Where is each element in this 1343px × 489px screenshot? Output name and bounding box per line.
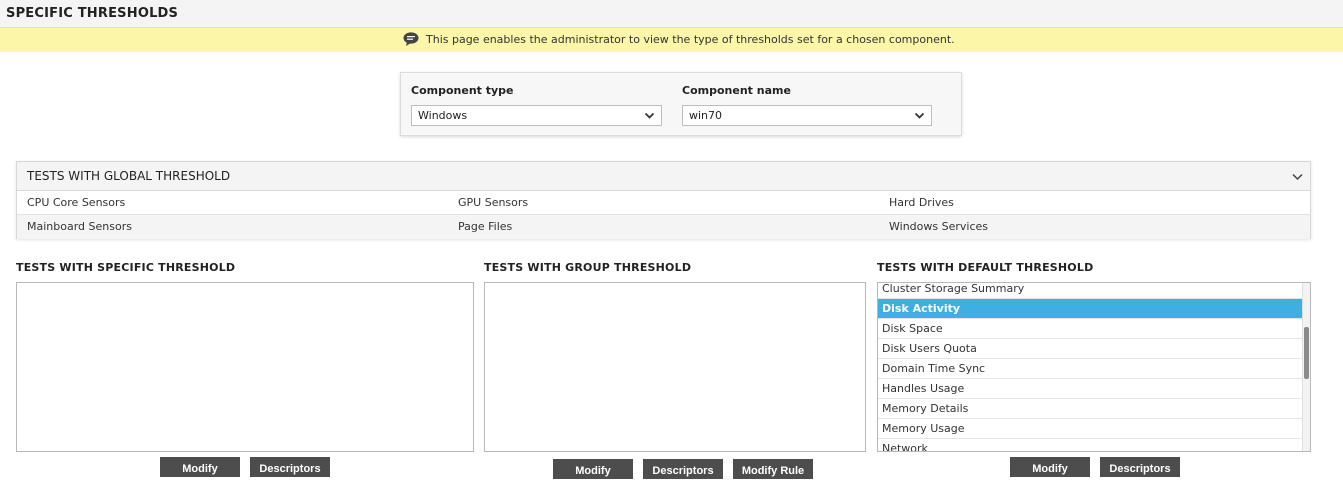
component-type-label: Component type: [411, 84, 514, 97]
component-name-value: win70: [689, 109, 723, 122]
info-message: This page enables the administrator to v…: [403, 32, 955, 46]
default-threshold-items: Cluster Storage Summary Disk Activity Disk…: [878, 283, 1302, 451]
list-item[interactable]: Handles Usage: [878, 379, 1302, 399]
global-test-item: CPU Core Sensors: [27, 196, 126, 209]
info-text: This page enables the administrator to v…: [426, 32, 955, 46]
list-item[interactable]: Cluster Storage Summary: [878, 283, 1302, 299]
global-threshold-panel: TESTS WITH GLOBAL THRESHOLD CPU Core Sen…: [16, 161, 1311, 239]
page-header: SPECIFIC THRESHOLDS: [0, 0, 1343, 28]
global-row: Mainboard Sensors Page Files Windows Ser…: [17, 215, 1310, 239]
list-item[interactable]: Network: [878, 439, 1302, 451]
list-item[interactable]: Memory Usage: [878, 419, 1302, 439]
global-test-item: Hard Drives: [889, 196, 954, 209]
list-item[interactable]: Memory Details: [878, 399, 1302, 419]
speech-bubble-icon: [403, 32, 419, 46]
modify-rule-button[interactable]: Modify Rule: [733, 459, 813, 479]
chevron-down-icon[interactable]: [1291, 170, 1304, 183]
component-type-select[interactable]: Windows: [411, 105, 662, 126]
global-row: CPU Core Sensors GPU Sensors Hard Drives: [17, 191, 1310, 215]
specific-descriptors-button[interactable]: Descriptors: [250, 457, 330, 477]
group-threshold-list[interactable]: [484, 282, 866, 452]
chevron-down-icon: [644, 110, 655, 121]
global-threshold-header[interactable]: TESTS WITH GLOBAL THRESHOLD: [17, 162, 1310, 191]
default-modify-button[interactable]: Modify: [1010, 457, 1090, 477]
list-item[interactable]: Disk Activity: [878, 299, 1302, 319]
default-threshold-list[interactable]: Cluster Storage Summary Disk Activity Disk…: [877, 282, 1311, 452]
component-type-value: Windows: [418, 109, 468, 122]
global-test-item: Mainboard Sensors: [27, 220, 132, 233]
scrollbar-thumb[interactable]: [1304, 327, 1309, 379]
list-item[interactable]: Disk Space: [878, 319, 1302, 339]
page-title: SPECIFIC THRESHOLDS: [6, 6, 179, 21]
component-name-label: Component name: [682, 84, 791, 97]
scrollbar[interactable]: [1302, 283, 1310, 451]
list-item[interactable]: Disk Users Quota: [878, 339, 1302, 359]
default-threshold-title: TESTS WITH DEFAULT THRESHOLD: [877, 261, 1094, 274]
group-modify-button[interactable]: Modify: [553, 459, 633, 479]
specific-modify-button[interactable]: Modify: [160, 457, 240, 477]
list-item[interactable]: Domain Time Sync: [878, 359, 1302, 379]
specific-threshold-list[interactable]: [16, 282, 474, 452]
chevron-down-icon: [914, 110, 925, 121]
info-bar: This page enables the administrator to v…: [0, 28, 1343, 52]
component-name-select[interactable]: win70: [682, 105, 932, 126]
component-selector-panel: Component type Windows Component name wi…: [400, 72, 962, 136]
global-test-item: GPU Sensors: [458, 196, 529, 209]
group-descriptors-button[interactable]: Descriptors: [643, 459, 723, 479]
global-test-item: Windows Services: [889, 220, 988, 233]
specific-threshold-title: TESTS WITH SPECIFIC THRESHOLD: [16, 261, 236, 274]
group-threshold-title: TESTS WITH GROUP THRESHOLD: [484, 261, 692, 274]
global-threshold-title: TESTS WITH GLOBAL THRESHOLD: [27, 169, 231, 183]
default-descriptors-button[interactable]: Descriptors: [1100, 457, 1180, 477]
global-test-item: Page Files: [458, 220, 513, 233]
